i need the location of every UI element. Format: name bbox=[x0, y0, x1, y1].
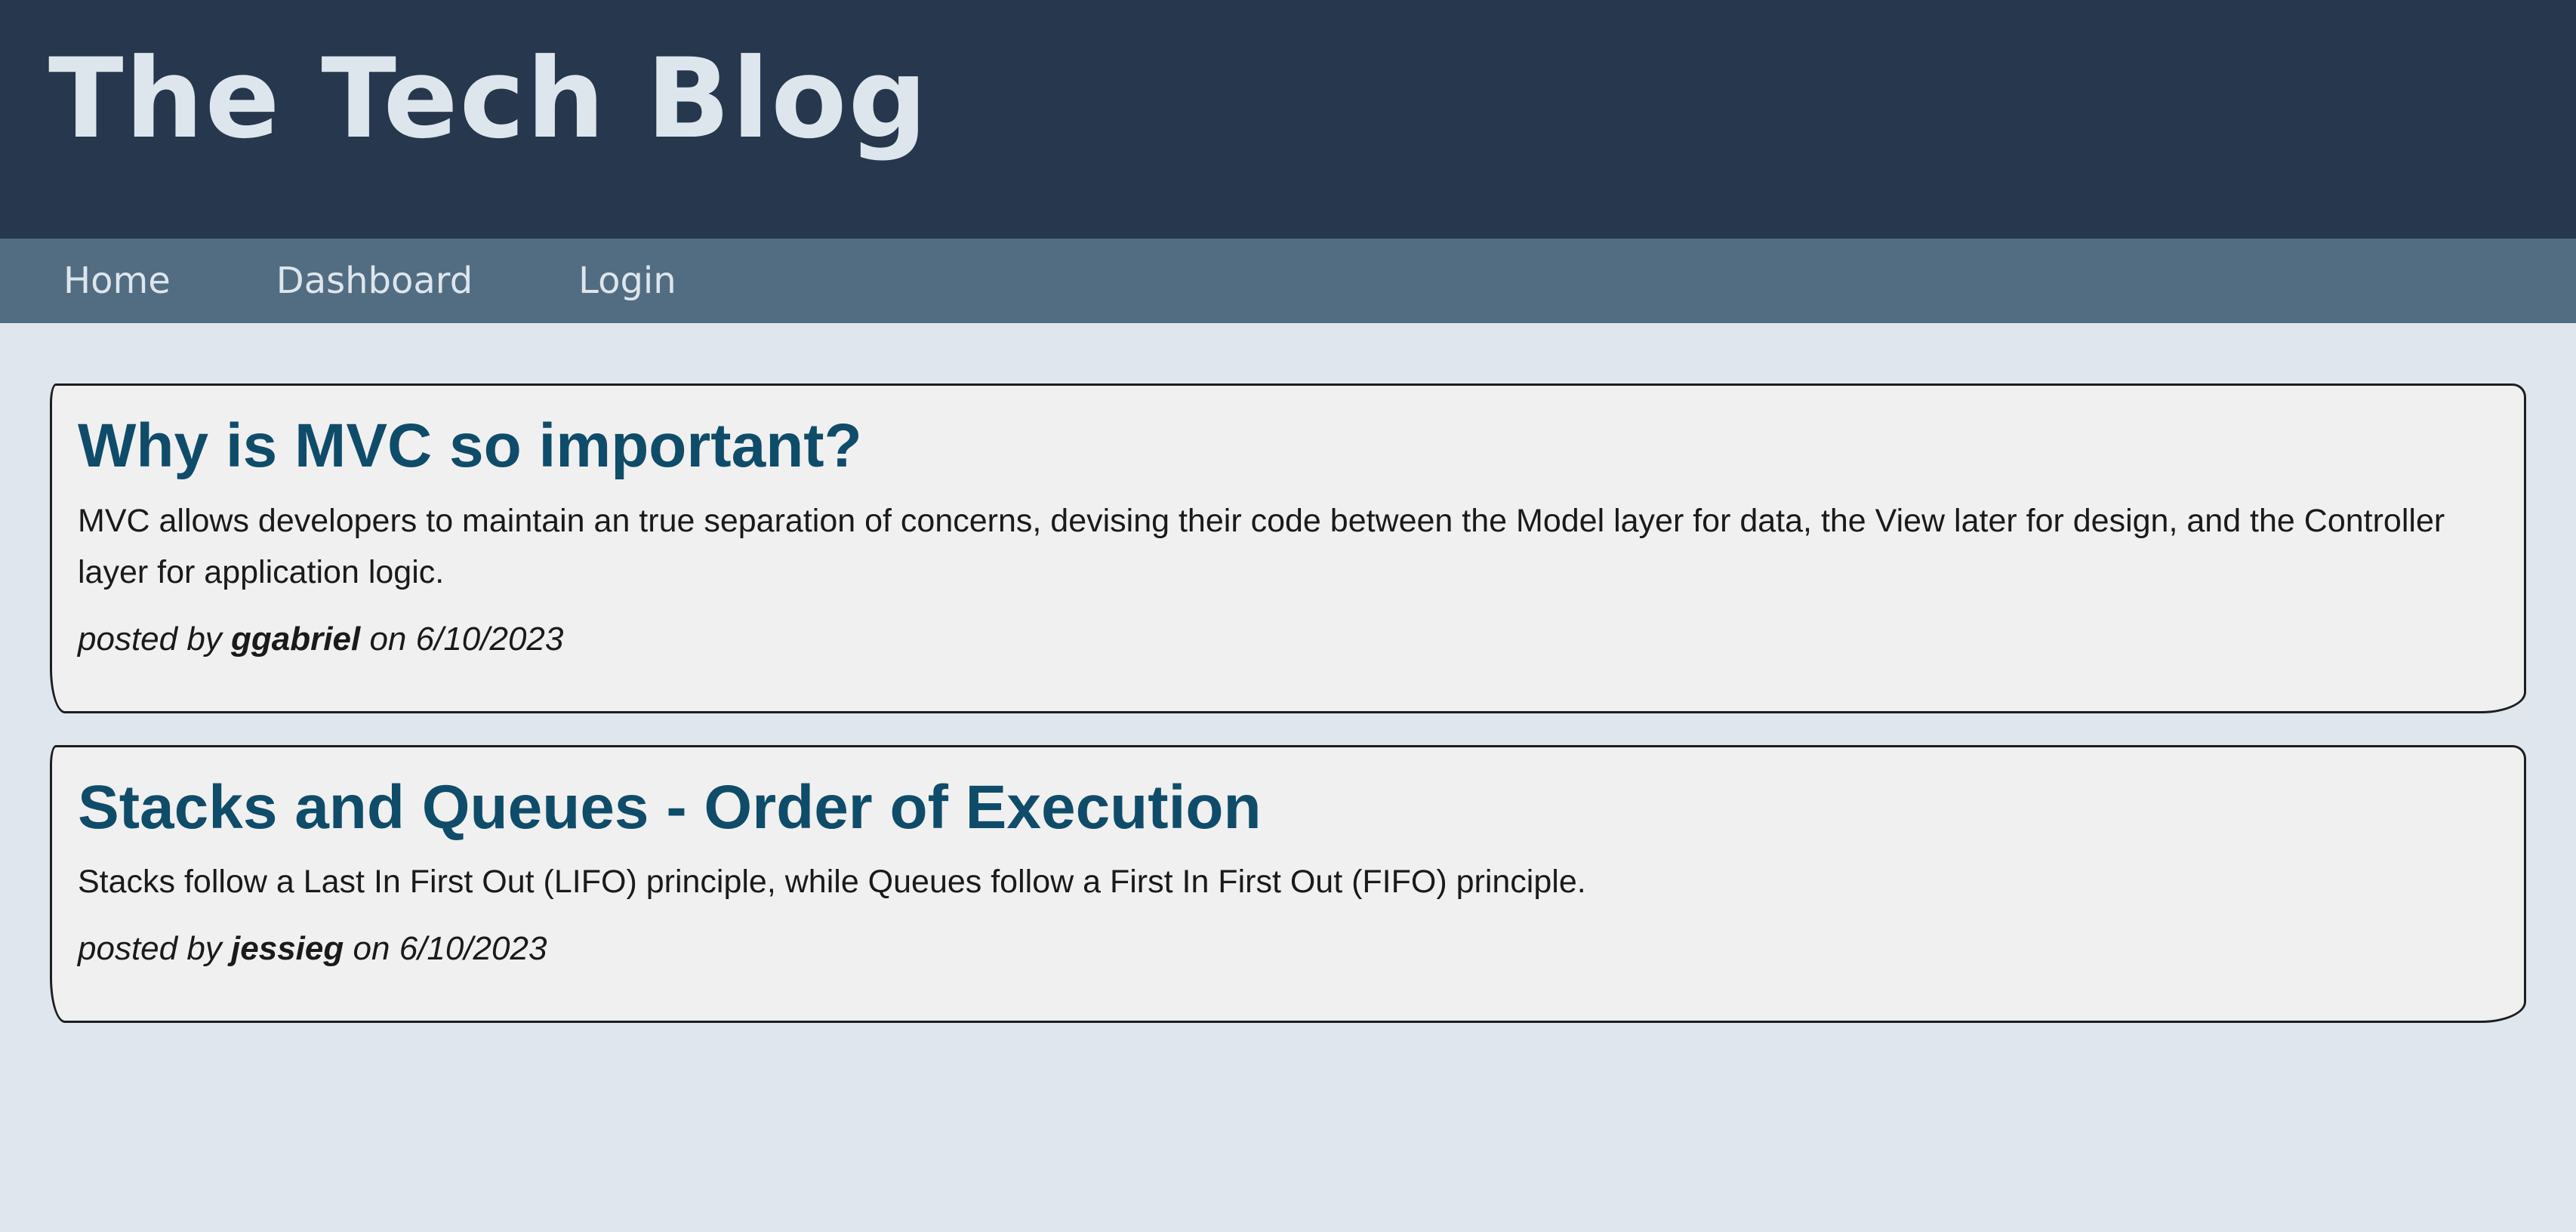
on-label: on bbox=[353, 930, 390, 968]
post-card[interactable]: Stacks and Queues - Order of Execution S… bbox=[50, 744, 2526, 1024]
post-body: Stacks follow a Last In First Out (LIFO)… bbox=[78, 864, 1586, 901]
nav-login-link[interactable]: Login bbox=[578, 260, 676, 302]
nav-dashboard-link[interactable]: Dashboard bbox=[276, 260, 473, 302]
post-meta: posted by ggabriel on 6/10/2023 bbox=[78, 621, 2498, 658]
post-list: Why is MVC so important? MVC allows deve… bbox=[0, 323, 2576, 1024]
post-author: jessieg bbox=[231, 930, 344, 968]
posted-by-label: posted by bbox=[78, 620, 222, 658]
post-title[interactable]: Why is MVC so important? bbox=[78, 412, 2498, 480]
on-label: on bbox=[369, 620, 407, 658]
site-header: The Tech Blog bbox=[0, 0, 2576, 239]
site-title: The Tech Blog bbox=[48, 35, 929, 163]
nav-home-link[interactable]: Home bbox=[63, 260, 171, 302]
post-card[interactable]: Why is MVC so important? MVC allows deve… bbox=[50, 383, 2526, 713]
post-body: MVC allows developers to maintain an tru… bbox=[78, 502, 2445, 590]
post-author: ggabriel bbox=[231, 620, 361, 658]
post-title[interactable]: Stacks and Queues - Order of Execution bbox=[78, 774, 2498, 842]
posted-by-label: posted by bbox=[78, 930, 222, 968]
post-date: 6/10/2023 bbox=[399, 930, 547, 968]
post-meta: posted by jessieg on 6/10/2023 bbox=[78, 930, 2498, 968]
main-nav: Home Dashboard Login bbox=[0, 239, 2576, 323]
post-date: 6/10/2023 bbox=[415, 620, 564, 658]
